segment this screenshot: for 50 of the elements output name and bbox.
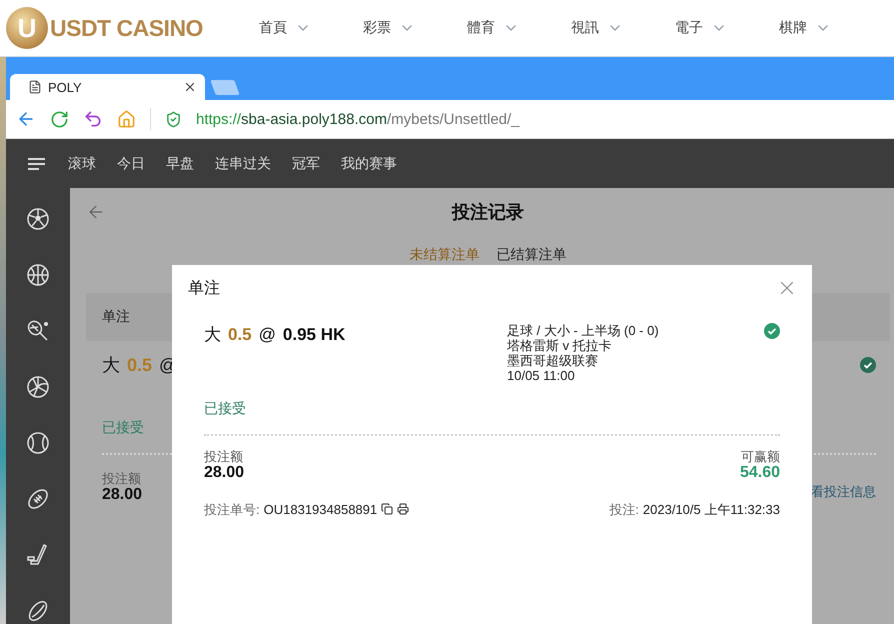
bet-number: 投注单号: OU1831934858891 <box>204 502 378 517</box>
site-nav-item[interactable]: 首頁 <box>258 19 363 37</box>
bet-time: 投注: 2023/10/5 上午11:32:33 <box>609 501 780 519</box>
football-icon[interactable] <box>26 487 50 511</box>
app-nav-item[interactable]: 早盘 <box>166 154 194 172</box>
refresh-icon[interactable] <box>50 110 69 128</box>
stake-label: 投注额 <box>204 449 243 464</box>
hockey-stick-icon[interactable] <box>26 543 50 567</box>
site-nav-item[interactable]: 電子 <box>674 19 779 37</box>
win-label: 可赢额 <box>741 449 780 464</box>
logo-mark: U <box>6 7 48 49</box>
undo-icon[interactable] <box>83 109 103 129</box>
stake-amount: 28.00 <box>102 486 142 503</box>
app-nav-item[interactable]: 我的赛事 <box>341 154 397 172</box>
stake-label: 投注额 <box>102 471 141 486</box>
site-nav-item[interactable]: 視訊 <box>570 19 675 37</box>
page-title: 投注记录 <box>450 201 525 224</box>
url-field[interactable]: https://sba-asia.poly188.com/mybets/Unsettled/_ <box>196 110 520 128</box>
site-nav-item[interactable]: 彩票 <box>362 19 467 37</box>
app-nav-item[interactable]: 连串过关 <box>215 154 271 172</box>
site-nav-item[interactable]: 體育 <box>466 19 571 37</box>
page-icon <box>28 80 42 94</box>
stake-amount: 28.00 <box>204 464 244 481</box>
bet-details-link[interactable]: 看投注信息 <box>811 483 876 501</box>
logo-text: USDT CASINO <box>50 14 203 42</box>
check-circle-icon <box>860 357 876 373</box>
volleyball-icon[interactable] <box>26 375 50 399</box>
bet-status: 已接受 <box>102 419 145 437</box>
baseball-icon[interactable] <box>26 431 50 455</box>
event-info: 墨西哥超级联赛 <box>507 353 599 368</box>
rugby-ball-icon[interactable] <box>26 599 50 623</box>
print-icon[interactable] <box>397 503 410 515</box>
check-circle-icon <box>764 323 780 339</box>
event-info: 足球 / 大小 - 上半场 (0 - 0) <box>507 323 660 338</box>
copy-icon[interactable] <box>381 503 394 515</box>
app-nav-item[interactable]: 滚球 <box>68 154 96 172</box>
app-nav-item[interactable]: 今日 <box>117 154 145 172</box>
event-info: 塔格雷斯 v 托拉卡 <box>507 338 613 353</box>
event-info: 10/05 11:00 <box>507 368 576 383</box>
close-icon[interactable] <box>183 80 197 94</box>
shield-icon <box>165 110 182 128</box>
site-nav-item[interactable]: 棋牌 <box>778 19 883 37</box>
menu-icon[interactable] <box>28 158 46 170</box>
browser-tab[interactable]: POLY <box>10 74 205 100</box>
bet-tab[interactable]: 已结算注单 <box>496 246 566 264</box>
basketball-icon[interactable] <box>26 263 50 287</box>
win-amount: 54.60 <box>740 464 780 481</box>
bet-status: 已接受 <box>204 400 247 418</box>
app-nav-item[interactable]: 冠军 <box>292 154 320 172</box>
soccer-ball-icon[interactable] <box>26 207 50 231</box>
